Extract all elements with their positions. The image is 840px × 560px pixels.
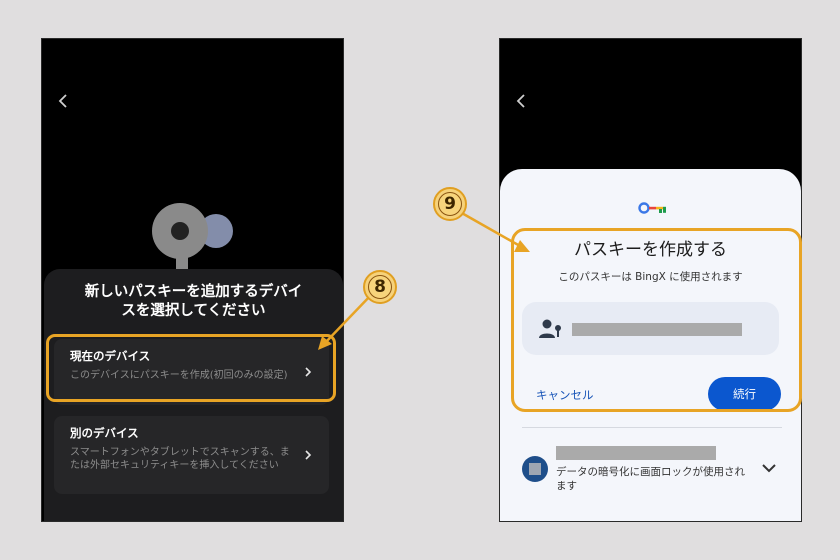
chevron-down-icon[interactable] bbox=[761, 462, 777, 474]
highlight-current-device bbox=[46, 334, 336, 402]
option-other-device[interactable]: 別のデバイス スマートフォンやタブレットでスキャンする、または外部セキュリティキ… bbox=[54, 416, 329, 494]
option-title: 別のデバイス bbox=[70, 426, 139, 440]
left-phone-screen: 新しいパスキーを追加するデバイスを選択してください 現在のデバイス このデバイス… bbox=[41, 38, 344, 522]
highlight-create-dialog bbox=[511, 228, 802, 412]
chevron-right-icon bbox=[305, 450, 312, 460]
step-badge-number: 8 bbox=[368, 275, 392, 299]
option-description: スマートフォンやタブレットでスキャンする、または外部セキュリティキーを挿入してく… bbox=[70, 447, 290, 471]
passkey-logo-icon bbox=[638, 202, 666, 214]
step-badge-8: 8 bbox=[363, 270, 397, 304]
encryption-note: データの暗号化に画面ロックが使用されます bbox=[556, 466, 745, 492]
redacted-lock-title bbox=[556, 446, 716, 460]
sheet-title: 新しいパスキーを追加するデバイスを選択してください bbox=[84, 284, 303, 319]
lock-method-avatar bbox=[522, 456, 548, 482]
divider bbox=[522, 427, 782, 428]
pointer-arrow-9 bbox=[459, 210, 530, 252]
back-icon[interactable] bbox=[56, 93, 70, 109]
step-badge-9: 9 bbox=[433, 187, 467, 221]
step-badge-number: 9 bbox=[438, 192, 462, 216]
back-icon[interactable] bbox=[514, 93, 528, 109]
